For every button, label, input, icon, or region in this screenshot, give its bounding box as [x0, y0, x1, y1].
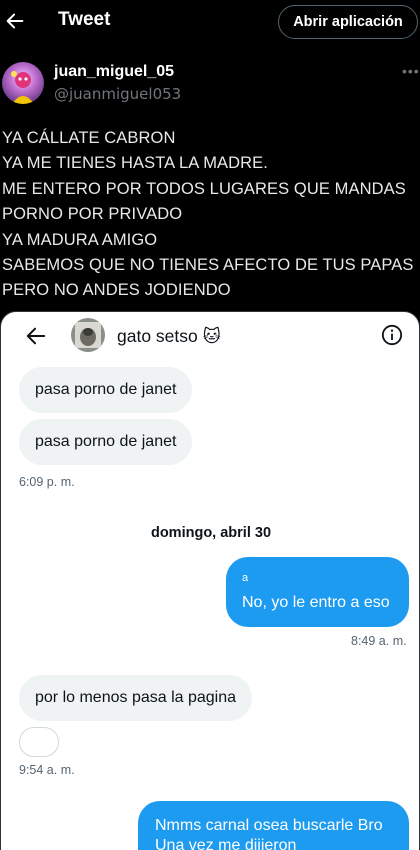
info-icon	[381, 324, 403, 346]
tweet-line: ME ENTERO POR TODOS LUGARES QUE MANDAS	[2, 179, 406, 198]
back-arrow-icon[interactable]	[4, 10, 26, 32]
open-app-button[interactable]: Abrir aplicación	[278, 5, 418, 39]
more-options-icon[interactable]: •••	[402, 63, 420, 79]
message-text: Nmms carnal osea buscarle Bro	[155, 817, 383, 834]
tweet-line: PORNO POR PRIVADO	[2, 205, 183, 224]
incoming-message: pasa porno de janet	[19, 419, 193, 465]
tweet-line: PERO NO ANDES JODIENDO	[2, 281, 231, 300]
laughing-emoji-icon: 😂	[29, 732, 49, 751]
tweet-text: YA CÁLLATE CABRON YA ME TIENES HASTA LA …	[2, 126, 420, 304]
contact-name: gato setso 🐱	[117, 326, 221, 346]
outgoing-message: a No, yo le entro a eso	[226, 557, 409, 627]
author-avatar[interactable]	[2, 62, 44, 104]
message-timestamp: 9:54 a. m.	[19, 763, 75, 777]
chat-back-arrow-icon	[26, 327, 46, 345]
message-timestamp: 6:09 p. m.	[19, 475, 75, 489]
tweet-line: SABEMOS QUE NO TIENES AFECTO DE TUS PAPA…	[2, 256, 414, 275]
contact-avatar	[71, 318, 105, 352]
emoji-message: 😂	[19, 727, 59, 757]
attached-image[interactable]: gato setso 🐱 pasa porno de janet pasa po…	[0, 311, 420, 850]
outgoing-message: Nmms carnal osea buscarle Bro Una vez me…	[138, 801, 409, 850]
message-text: No, yo le entro a eso	[242, 594, 390, 611]
reply-label: a	[242, 572, 249, 584]
author-handle[interactable]: @juanmiguel053	[54, 85, 181, 103]
date-separator: domingo, abril 30	[150, 525, 272, 541]
tweet-line: YA MADURA AMIGO	[2, 230, 158, 249]
incoming-message: pasa porno de janet	[19, 367, 193, 413]
chat-header: gato setso 🐱	[1, 312, 419, 360]
page-title: Tweet	[58, 9, 111, 30]
message-text: Una vez me dijieron	[155, 837, 297, 850]
author-name[interactable]: juan_miguel_05	[54, 63, 174, 81]
message-timestamp: 8:49 a. m.	[351, 634, 407, 648]
top-bar: Tweet Abrir aplicación	[0, 0, 420, 44]
tweet-line: YA ME TIENES HASTA LA MADRE.	[2, 154, 268, 173]
tweet-line: YA CÁLLATE CABRON	[2, 129, 176, 147]
incoming-message: por lo menos pasa la pagina	[19, 675, 253, 721]
